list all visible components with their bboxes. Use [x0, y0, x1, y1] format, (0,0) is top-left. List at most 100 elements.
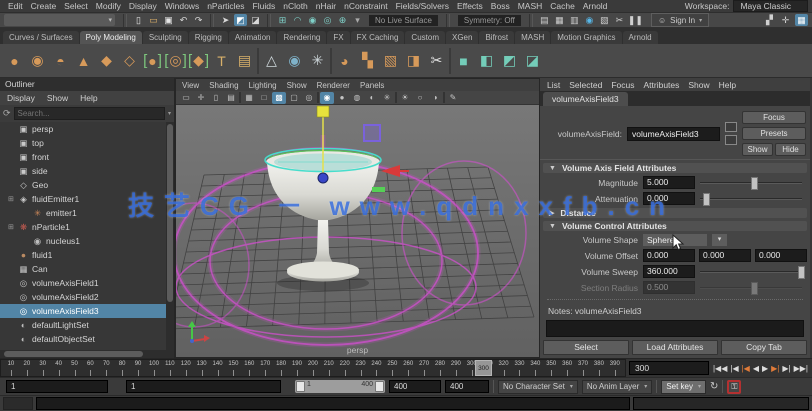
outliner-menu-item[interactable]: Display — [7, 93, 35, 103]
outliner-item[interactable]: ▣ top — [0, 136, 166, 150]
playhead[interactable]: 300 — [475, 360, 492, 376]
outliner-item[interactable]: ◐ defaultLightSet — [0, 318, 166, 332]
select-by-hierarchy-icon[interactable]: ➤ — [219, 14, 232, 26]
menu-item[interactable]: Arnold — [579, 1, 612, 11]
character-set-dropdown[interactable]: No Character Set▾ — [498, 380, 578, 394]
pause-icon[interactable]: ❚❚ — [628, 14, 643, 26]
nconstraint-icon[interactable]: ◩ — [499, 49, 520, 73]
platonic-solid-icon[interactable]: ● — [142, 49, 163, 73]
auto-keyframe-toggle[interactable]: ⚿ — [727, 380, 741, 394]
isolate-select-icon[interactable]: ◉ — [320, 92, 334, 104]
redo-icon[interactable]: ↷ — [192, 14, 205, 26]
viewport-toolbar-icon[interactable] — [443, 92, 445, 103]
outliner-item[interactable]: ▣ side — [0, 164, 166, 178]
pose-editor-icon[interactable]: ✛ — [779, 14, 792, 26]
super-shape-icon[interactable]: ◆ — [188, 49, 209, 73]
shelf-icon[interactable] — [330, 48, 332, 74]
ao-icon[interactable]: ◑ — [428, 92, 442, 104]
curve-tool-icon[interactable]: ◕ — [334, 49, 355, 73]
attenuation-slider[interactable] — [700, 193, 802, 204]
go-to-start-button[interactable]: |◀◀ — [712, 364, 728, 373]
outliner-item[interactable]: ◎ volumeAxisField3 — [0, 304, 166, 318]
render-current-frame-icon[interactable]: ▦ — [553, 14, 566, 26]
section-volume-control-attributes[interactable]: ▼ Volume Control Attributes — [543, 221, 807, 231]
camera-attributes-icon[interactable]: ▯ — [209, 92, 223, 104]
chevron-down-icon[interactable]: ▾ — [168, 110, 171, 117]
exposure-icon[interactable]: ◐ — [365, 92, 379, 104]
playback-start-field[interactable]: 1 — [126, 380, 281, 393]
animation-start-field[interactable]: 1 — [6, 380, 108, 393]
attribute-editor-menu-item[interactable]: Show — [688, 80, 709, 90]
node-tab[interactable]: volumeAxisField3 — [543, 92, 628, 106]
new-scene-icon[interactable]: ▯ — [132, 14, 145, 26]
greasepencil-icon[interactable]: ✎ — [446, 92, 460, 104]
snap-to-curve-icon[interactable]: ◠ — [291, 14, 304, 26]
lights-icon[interactable]: ☀ — [398, 92, 412, 104]
type-tool-icon[interactable]: T — [211, 49, 232, 73]
menu-item[interactable]: nHair — [312, 1, 340, 11]
modeling-toolkit-toggle-icon[interactable]: ▦ — [795, 14, 808, 26]
footer-button[interactable]: Load Attributes — [632, 340, 718, 355]
selection-mask-dropdown[interactable]: ▾ — [4, 14, 115, 26]
shelf-tab[interactable]: FX — [327, 31, 349, 44]
attribute-editor-menu-item[interactable]: Focus — [611, 80, 634, 90]
volume-shape-dropdown[interactable]: Sphere — [643, 234, 707, 246]
menu-item[interactable]: Windows — [161, 1, 203, 11]
focus-button[interactable]: Focus — [742, 111, 806, 124]
field-chart-icon[interactable]: ● — [335, 92, 349, 104]
command-language-toggle[interactable] — [3, 397, 33, 410]
symmetry-dropdown[interactable]: Symmetry: Off — [458, 15, 521, 26]
section-volume-axis-field-attributes[interactable]: ▼ Volume Axis Field Attributes — [543, 163, 807, 173]
hide-button[interactable]: Hide — [775, 143, 806, 156]
shelf-icon[interactable] — [257, 48, 259, 74]
menu-item[interactable]: Fields/Solvers — [392, 1, 453, 11]
render-sequence-icon[interactable]: ▧ — [598, 14, 611, 26]
go-to-end-button[interactable]: ▶▶| — [793, 364, 809, 373]
menu-item[interactable]: Cache — [546, 1, 579, 11]
shadows-icon[interactable]: ○ — [413, 92, 427, 104]
live-surface-field[interactable]: No Live Surface — [369, 15, 438, 26]
cut-icon[interactable]: ✂ — [613, 14, 626, 26]
viewport-menu-item[interactable]: Shading — [209, 81, 238, 90]
viewport-menu-item[interactable]: View — [182, 81, 199, 90]
snap-options-arrow-icon[interactable]: ▾ — [351, 14, 364, 26]
expander-icon[interactable]: ⊞ — [8, 195, 15, 203]
expander-icon[interactable]: ⊞ — [8, 223, 15, 231]
shelf-tab[interactable]: Rendering — [277, 31, 326, 44]
current-frame-field[interactable]: 300 — [629, 361, 709, 375]
ipr-render-icon[interactable]: ▥ — [568, 14, 581, 26]
status-icon[interactable] — [123, 14, 127, 27]
outliner-item[interactable]: ● fluid1 — [0, 248, 166, 262]
menu-item[interactable]: nParticles — [203, 1, 248, 11]
show-hide-ui-icon[interactable]: ▞ — [763, 14, 776, 26]
shading-textured-icon[interactable]: ▢ — [287, 92, 301, 104]
magnitude-slider[interactable] — [700, 177, 802, 188]
outliner-search-input[interactable] — [14, 107, 165, 120]
poly-cube-icon[interactable]: ◉ — [27, 49, 48, 73]
menu-item[interactable]: nConstraint — [340, 1, 391, 11]
footer-button[interactable]: Select — [543, 340, 629, 355]
make-live-icon[interactable]: ⊕ — [336, 14, 349, 26]
play-forwards-button[interactable]: ▶ — [761, 364, 769, 373]
viewport-canvas[interactable]: persp — [176, 105, 539, 357]
horizontal-scrollbar[interactable] — [0, 350, 174, 358]
outliner-item[interactable]: ◐ defaultObjectSet — [0, 332, 166, 346]
volume-offset-input[interactable]: 0.000 — [755, 249, 807, 262]
multi-cut-icon[interactable]: ✂ — [426, 49, 447, 73]
ncloth-passive-icon[interactable]: ◧ — [476, 49, 497, 73]
outliner-item[interactable]: ▣ front — [0, 150, 166, 164]
menu-item[interactable]: Create — [27, 1, 61, 11]
select-by-component-icon[interactable]: ◪ — [249, 14, 262, 26]
step-back-frame-button[interactable]: |◀ — [741, 364, 751, 373]
shelf-tab[interactable]: Animation — [229, 31, 277, 44]
menu-item[interactable]: nCloth — [279, 1, 312, 11]
shelf-tab[interactable]: Poly Modeling — [80, 31, 142, 44]
play-backwards-button[interactable]: ◀ — [752, 364, 760, 373]
menu-item[interactable]: Effects — [453, 1, 487, 11]
outliner-item[interactable]: ◉ nucleus1 — [0, 234, 166, 248]
attribute-editor-menu-item[interactable]: Help — [719, 80, 736, 90]
outliner-menu-item[interactable]: Help — [80, 93, 97, 103]
xray-icon[interactable]: ◍ — [350, 92, 364, 104]
menu-item[interactable]: MASH — [514, 1, 547, 11]
vertical-scrollbar[interactable] — [166, 122, 174, 350]
